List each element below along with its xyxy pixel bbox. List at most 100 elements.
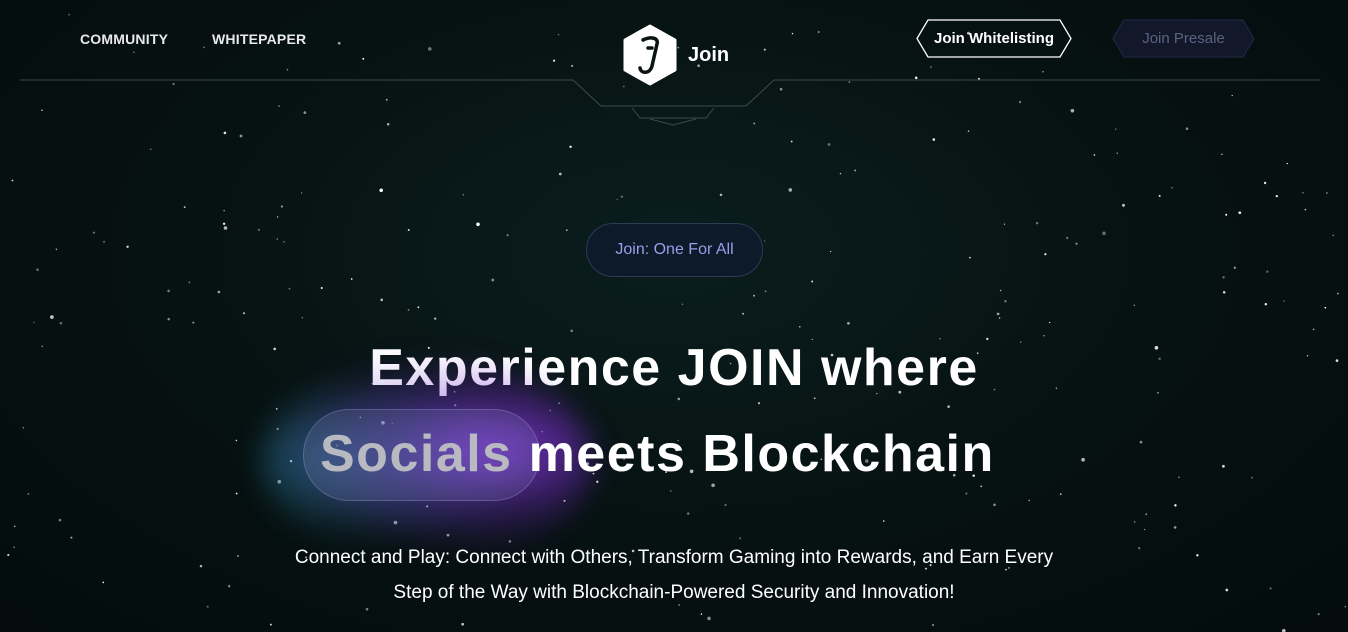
- star: [978, 77, 980, 80]
- star: [558, 172, 562, 176]
- star: [764, 290, 767, 293]
- star: [711, 483, 715, 488]
- starfield-background: [7, 13, 1347, 632]
- star: [407, 309, 410, 311]
- star: [1075, 242, 1078, 245]
- logo-text: Join: [688, 43, 730, 66]
- star: [1018, 100, 1022, 104]
- star: [553, 59, 556, 62]
- star: [914, 76, 918, 80]
- logo[interactable]: Join: [621, 24, 729, 86]
- star: [167, 317, 170, 321]
- star: [854, 169, 857, 172]
- star: [1225, 588, 1229, 592]
- star: [1042, 70, 1044, 73]
- join-logo-icon: [621, 24, 679, 86]
- star: [1133, 521, 1136, 523]
- join-whitelisting-button[interactable]: Join Whitelisting: [916, 19, 1072, 58]
- star: [92, 231, 95, 234]
- star: [1344, 605, 1347, 608]
- star: [11, 179, 14, 182]
- star: [1102, 231, 1106, 236]
- star: [839, 172, 842, 175]
- star: [817, 31, 820, 33]
- star: [570, 329, 573, 333]
- star: [350, 278, 353, 280]
- star: [58, 518, 62, 522]
- star: [1233, 266, 1236, 269]
- star: [1185, 127, 1189, 130]
- star: [1238, 211, 1242, 215]
- nav-community-link[interactable]: COMMUNITY: [80, 31, 168, 47]
- star: [1286, 162, 1288, 165]
- star: [380, 298, 384, 302]
- star: [126, 245, 129, 248]
- star: [379, 188, 384, 193]
- star: [192, 321, 195, 324]
- star: [277, 479, 282, 484]
- star: [932, 138, 936, 141]
- star: [1302, 192, 1304, 194]
- star: [996, 312, 1000, 316]
- hero-badge: Join: One For All: [586, 223, 763, 277]
- star: [811, 280, 814, 283]
- star: [965, 492, 968, 495]
- star: [289, 459, 293, 463]
- star: [276, 216, 279, 218]
- star: [557, 33, 560, 36]
- star: [1081, 457, 1085, 462]
- star: [719, 193, 723, 197]
- star: [1171, 186, 1173, 189]
- star: [1028, 499, 1030, 502]
- star: [681, 303, 684, 305]
- star: [235, 439, 238, 442]
- star: [476, 222, 480, 227]
- join-presale-button[interactable]: Join Presale: [1112, 19, 1255, 58]
- star: [22, 427, 25, 429]
- star: [1004, 300, 1007, 303]
- star: [491, 278, 495, 282]
- star: [1332, 234, 1334, 237]
- star: [217, 290, 221, 294]
- star: [1139, 440, 1143, 444]
- star: [569, 145, 572, 148]
- star: [14, 525, 16, 527]
- star: [1093, 154, 1096, 156]
- star: [288, 287, 291, 290]
- star: [33, 321, 35, 324]
- star: [320, 286, 323, 290]
- star: [50, 315, 54, 319]
- star: [55, 248, 58, 251]
- star: [1222, 464, 1225, 468]
- star: [563, 499, 566, 502]
- star: [183, 206, 186, 209]
- star: [59, 321, 63, 325]
- star: [133, 51, 135, 53]
- star: [188, 281, 191, 284]
- star: [337, 41, 341, 45]
- star: [269, 623, 272, 626]
- star: [1266, 270, 1269, 273]
- star: [549, 409, 552, 412]
- join-whitelisting-label: Join Whitelisting: [934, 30, 1054, 47]
- star: [687, 512, 690, 515]
- star: [1251, 477, 1253, 479]
- star: [223, 131, 227, 135]
- star: [1275, 194, 1278, 198]
- star: [739, 537, 742, 540]
- star: [827, 143, 831, 146]
- star: [616, 198, 618, 200]
- star: [446, 533, 450, 537]
- nav-whitepaper-link[interactable]: WHITEPAPER: [212, 31, 306, 47]
- star: [461, 622, 465, 626]
- star: [283, 240, 285, 243]
- star: [103, 240, 106, 243]
- star: [223, 226, 228, 230]
- star: [1043, 335, 1045, 337]
- star: [829, 250, 832, 253]
- star: [1145, 513, 1147, 515]
- star: [931, 623, 935, 627]
- star: [301, 317, 303, 319]
- star: [13, 546, 15, 549]
- star: [276, 238, 278, 240]
